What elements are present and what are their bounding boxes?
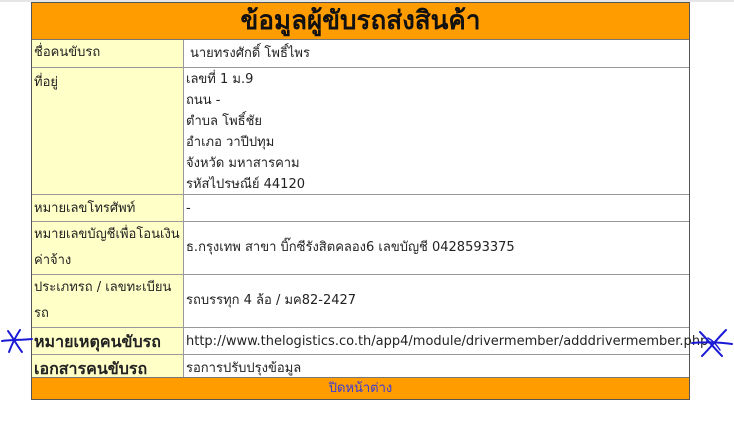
driver-note-label: หมายเหตุคนขับรถ [32, 328, 184, 354]
row-phone: หมายเลขโทรศัพท์ - [32, 195, 689, 222]
driver-info-card: ข้อมูลผู้ขับรถส่งสินค้า ชื่อคนขับรถ นายท… [31, 2, 708, 400]
driver-note-value: http://www.thelogistics.co.th/app4/modul… [186, 334, 709, 349]
address-line: เลขที่ 1 ม.9 [186, 72, 254, 87]
row-driver-name: ชื่อคนขับรถ นายทรงศักดิ์ โพธิ์ไพร [32, 40, 689, 68]
bank-account-value: ธ.กรุงเทพ สาขา บิ๊กซีรังสิตคลอง6 เลขบัญช… [186, 240, 515, 255]
bank-account-label: หมายเลขบัญชีเพื่อโอนเงิน ค่าจ้าง [32, 222, 184, 274]
address-line: ถนน - [186, 93, 221, 108]
close-window-link[interactable]: ปิดหน้าต่าง [329, 381, 393, 396]
close-bar: ปิดหน้าต่าง [32, 377, 689, 399]
page-title: ข้อมูลผู้ขับรถส่งสินค้า [32, 3, 689, 40]
vehicle-value: รถบรรทุก 4 ล้อ / มค82-2427 [186, 293, 357, 308]
bank-account-label-line: ค่าจ้าง [34, 253, 72, 268]
address-label: ที่อยู่ [32, 68, 184, 194]
vehicle-label-line: ประเภทรถ / เลขทะเบียน [34, 280, 172, 295]
address-line: รหัสไปรษณีย์ 44120 [186, 177, 305, 192]
vehicle-label: ประเภทรถ / เลขทะเบียน รถ [32, 275, 184, 327]
bank-account-label-line: หมายเลขบัญชีเพื่อโอนเงิน [34, 227, 180, 242]
row-driver-note: หมายเหตุคนขับรถ http://www.thelogistics.… [32, 328, 708, 355]
phone-value: - [186, 201, 191, 216]
driver-name-value: นายทรงศักดิ์ โพธิ์ไพร [190, 46, 310, 61]
address-line: อำเภอ วาปีปทุม [186, 135, 275, 150]
vehicle-label-line: รถ [34, 306, 49, 321]
address-line: จังหวัด มหาสารคาม [186, 156, 300, 171]
annotation-asterisk-left-icon [1, 329, 33, 353]
driver-name-label: ชื่อคนขับรถ [32, 40, 184, 67]
address-value: เลขที่ 1 ม.9 ถนน - ตำบล โพธิ์ชัย อำเภอ ว… [184, 68, 689, 194]
row-bank-account: หมายเลขบัญชีเพื่อโอนเงิน ค่าจ้าง ธ.กรุงเ… [32, 222, 689, 275]
row-address: ที่อยู่ เลขที่ 1 ม.9 ถนน - ตำบล โพธิ์ชัย… [32, 68, 689, 195]
phone-label: หมายเลขโทรศัพท์ [32, 195, 184, 221]
address-line: ตำบล โพธิ์ชัย [186, 114, 263, 129]
row-vehicle: ประเภทรถ / เลขทะเบียน รถ รถบรรทุก 4 ล้อ … [32, 275, 689, 328]
annotation-asterisk-right-icon [691, 329, 733, 357]
